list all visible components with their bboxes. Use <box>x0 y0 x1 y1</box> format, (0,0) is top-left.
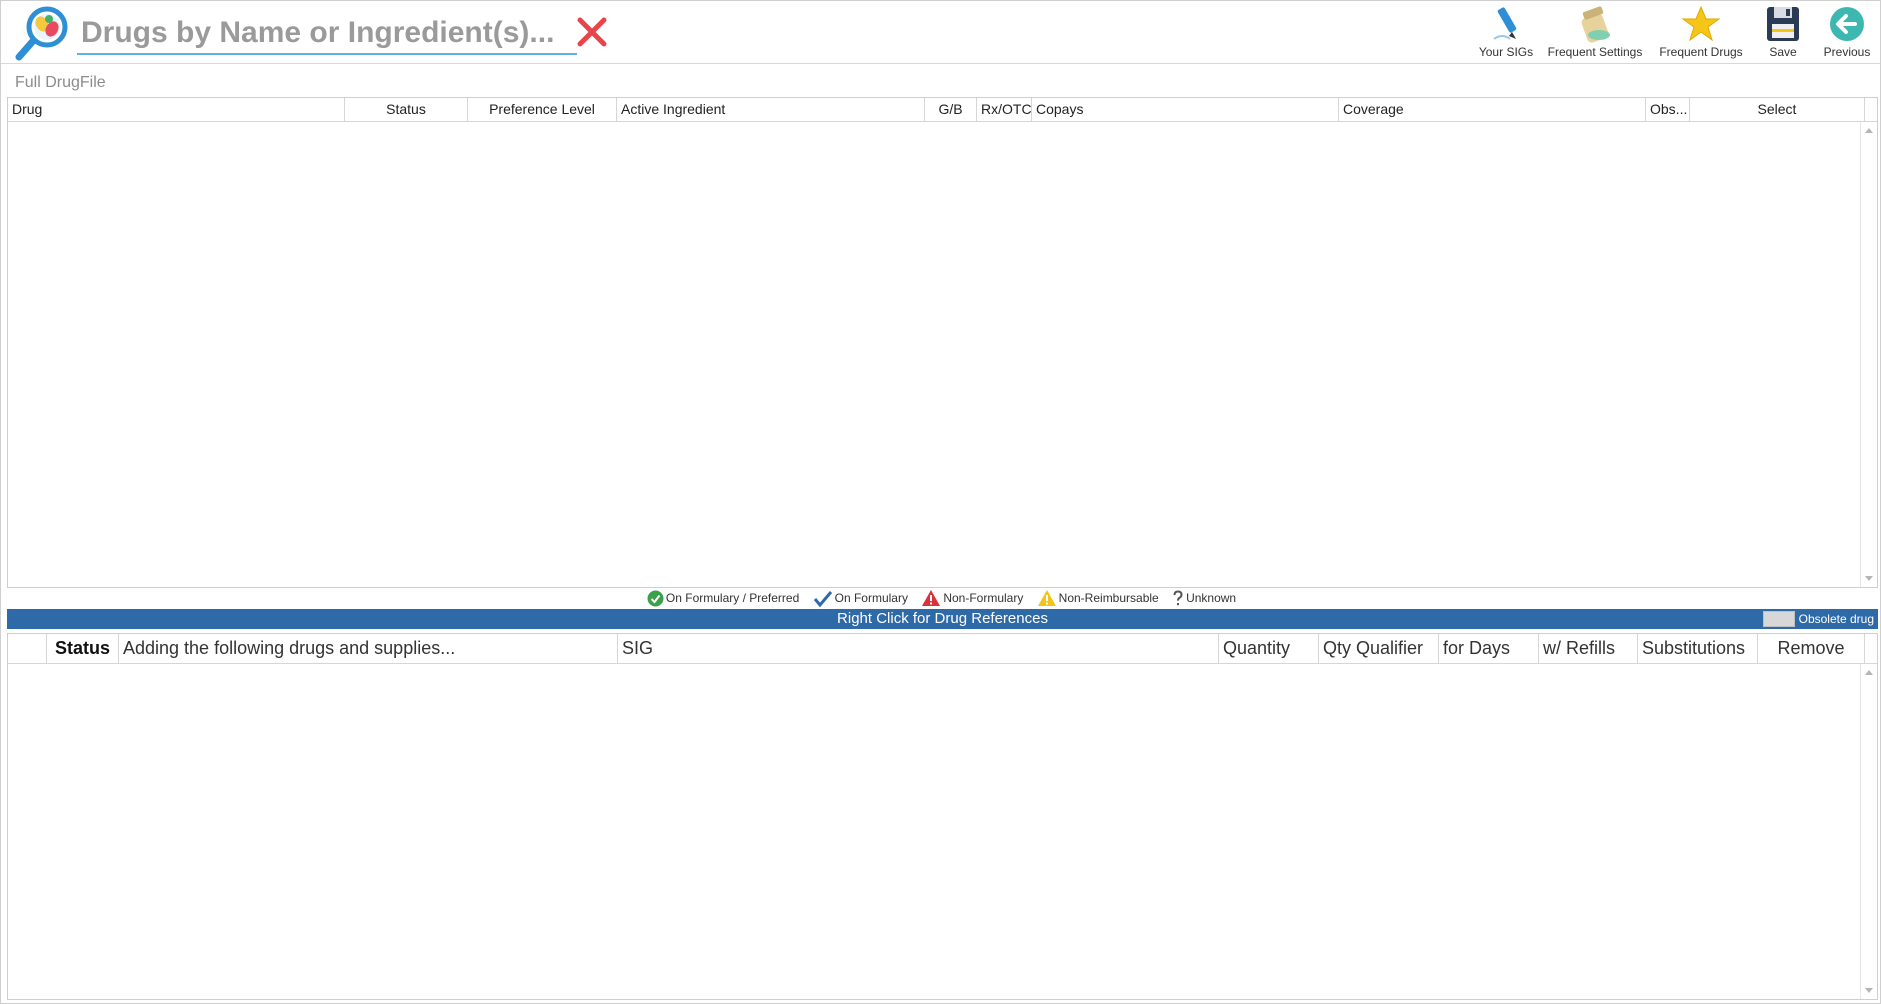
column-header-substitutions[interactable]: Substitutions <box>1638 634 1758 664</box>
question-mark-icon <box>1173 589 1183 605</box>
column-header-quantity[interactable]: Quantity <box>1219 634 1319 664</box>
search-toolbar: Your SIGs Frequent Settings Frequent Dru… <box>1 1 1880 64</box>
legend-item-on-formulary-preferred: On Formulary / Preferred <box>647 590 799 607</box>
obsolete-drug-legend: Obsolete drug <box>1762 609 1874 629</box>
column-header-refills[interactable]: w/ Refills <box>1539 634 1638 664</box>
legend-label: Unknown <box>1186 591 1237 605</box>
drug-results-grid[interactable]: Drug Status Preference Level Active Ingr… <box>7 97 1878 588</box>
scroll-down-icon[interactable] <box>1865 988 1873 993</box>
column-header-preference-level[interactable]: Preference Level <box>468 98 617 122</box>
column-header-copays[interactable]: Copays <box>1032 98 1339 122</box>
frequent-settings-label: Frequent Settings <box>1547 45 1643 59</box>
obsolete-drug-label: Obsolete drug <box>1798 612 1874 626</box>
column-header-status[interactable]: Status <box>47 634 119 664</box>
drug-results-scrollbar[interactable] <box>1860 122 1877 587</box>
save-label: Save <box>1769 45 1797 59</box>
save-button[interactable]: Save <box>1759 3 1807 61</box>
legend-label: On Formulary / Preferred <box>665 591 800 605</box>
previous-button[interactable]: Previous <box>1819 3 1875 61</box>
column-header-active-ingredient[interactable]: Active Ingredient <box>617 98 925 122</box>
pen-icon <box>1493 7 1517 40</box>
column-header-remove[interactable]: Remove <box>1758 634 1865 664</box>
pill-bottle-icon <box>1581 6 1610 43</box>
pending-drugs-grid[interactable]: Status Adding the following drugs and su… <box>7 633 1878 1000</box>
legend-item-non-formulary: Non-Formulary <box>921 589 1023 607</box>
back-arrow-icon <box>1830 7 1864 41</box>
column-header-generic-brand[interactable]: G/B <box>925 98 977 122</box>
legend-item-non-reimbursable: Non-Reimbursable <box>1037 589 1159 607</box>
green-check-circle-icon <box>647 590 664 606</box>
frequent-drugs-button[interactable]: Frequent Drugs <box>1651 3 1751 61</box>
column-header-status[interactable]: Status <box>345 98 468 122</box>
legend-label: Non-Reimbursable <box>1058 591 1159 605</box>
obsolete-drug-swatch <box>1762 611 1795 627</box>
your-sigs-label: Your SIGs <box>1478 45 1534 59</box>
blue-check-icon <box>813 590 832 607</box>
frequent-settings-button[interactable]: Frequent Settings <box>1545 3 1645 61</box>
scroll-up-icon[interactable] <box>1865 670 1873 675</box>
legend-item-unknown: Unknown <box>1172 589 1237 607</box>
column-header-drugs-and-supplies[interactable]: Adding the following drugs and supplies.… <box>119 634 618 664</box>
your-sigs-button[interactable]: Your SIGs <box>1474 3 1538 61</box>
column-header-for-days[interactable]: for Days <box>1439 634 1539 664</box>
legend-label: Non-Formulary <box>943 591 1024 605</box>
red-warning-icon <box>922 590 941 606</box>
star-icon <box>1681 5 1721 42</box>
column-header-rx-otc[interactable]: Rx/OTC <box>977 98 1032 122</box>
section-title: Full DrugFile <box>15 74 106 91</box>
drug-search-window: Your SIGs Frequent Settings Frequent Dru… <box>0 0 1881 1004</box>
drug-references-bar: Right Click for Drug References Obsolete… <box>7 609 1878 629</box>
formulary-legend: On Formulary / Preferred On Formulary No… <box>1 589 1881 609</box>
column-header-row-indicator[interactable] <box>8 634 47 664</box>
drug-results-header: Drug Status Preference Level Active Ingr… <box>8 98 1877 122</box>
pending-drugs-scrollbar[interactable] <box>1860 664 1877 999</box>
yellow-warning-icon <box>1037 590 1056 606</box>
scroll-up-icon[interactable] <box>1865 128 1873 133</box>
column-header-drug[interactable]: Drug <box>8 98 345 122</box>
magnifier-pills-logo-icon <box>15 6 68 61</box>
column-header-coverage[interactable]: Coverage <box>1339 98 1646 122</box>
column-header-sig[interactable]: SIG <box>618 634 1219 664</box>
floppy-disk-icon <box>1767 7 1799 41</box>
column-header-obsolete[interactable]: Obs... <box>1646 98 1690 122</box>
drug-references-hint: Right Click for Drug References <box>837 610 1048 627</box>
legend-label: On Formulary <box>834 591 908 605</box>
frequent-drugs-label: Frequent Drugs <box>1659 45 1743 59</box>
previous-label: Previous <box>1823 45 1871 59</box>
column-header-select[interactable]: Select <box>1690 98 1865 122</box>
scroll-down-icon[interactable] <box>1865 576 1873 581</box>
drug-search-input[interactable] <box>77 13 577 55</box>
legend-item-on-formulary: On Formulary <box>813 590 908 607</box>
column-header-qty-qualifier[interactable]: Qty Qualifier <box>1319 634 1439 664</box>
pending-drugs-header: Status Adding the following drugs and su… <box>8 634 1877 664</box>
clear-search-icon[interactable] <box>575 15 609 49</box>
